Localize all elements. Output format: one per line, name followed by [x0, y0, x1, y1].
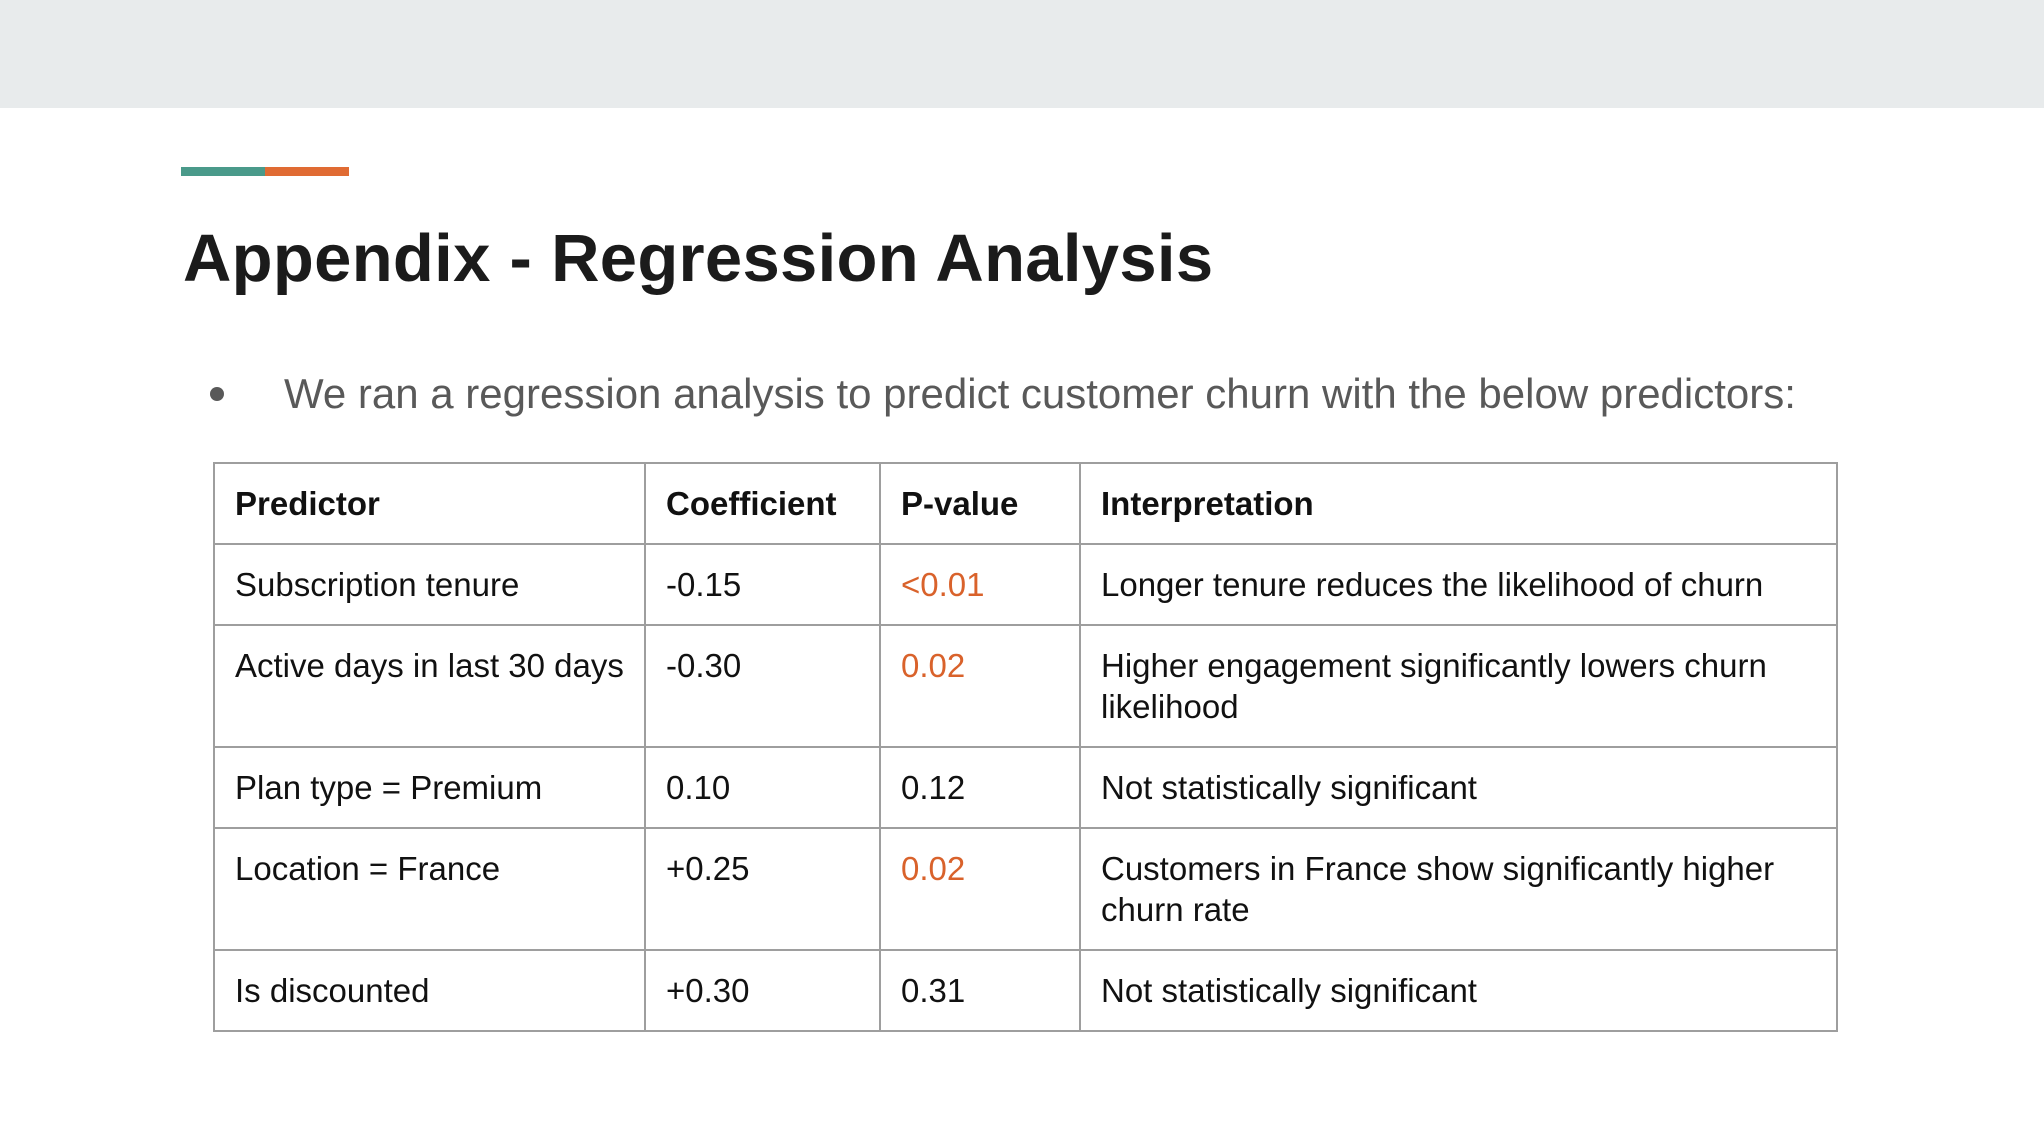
cell-predictor: Is discounted	[213, 949, 646, 1032]
cell-p-value: <0.01	[879, 543, 1081, 626]
table-header-row: Predictor Coefficient P-value Interpreta…	[213, 462, 1838, 545]
regression-table: Predictor Coefficient P-value Interpreta…	[213, 462, 1838, 1032]
table-row: Location = France +0.25 0.02 Customers i…	[213, 827, 1838, 951]
table-row: Active days in last 30 days -0.30 0.02 H…	[213, 624, 1838, 748]
table-row: Plan type = Premium 0.10 0.12 Not statis…	[213, 746, 1838, 829]
table-row: Subscription tenure -0.15 <0.01 Longer t…	[213, 543, 1838, 626]
cell-coefficient: -0.15	[644, 543, 881, 626]
cell-interpretation: Higher engagement significantly lowers c…	[1079, 624, 1838, 748]
bullet-dot-icon	[210, 387, 224, 401]
cell-coefficient: +0.25	[644, 827, 881, 951]
table-row: Is discounted +0.30 0.31 Not statistical…	[213, 949, 1838, 1032]
cell-interpretation: Not statistically significant	[1079, 746, 1838, 829]
cell-predictor: Plan type = Premium	[213, 746, 646, 829]
accent-orange-segment	[265, 167, 349, 176]
cell-p-value: 0.02	[879, 624, 1081, 748]
slide-title: Appendix - Regression Analysis	[183, 221, 1214, 296]
header-interpretation: Interpretation	[1079, 462, 1838, 545]
header-p-value: P-value	[879, 462, 1081, 545]
cell-coefficient: +0.30	[644, 949, 881, 1032]
accent-teal-segment	[181, 167, 265, 176]
header-predictor: Predictor	[213, 462, 646, 545]
cell-interpretation: Customers in France show significantly h…	[1079, 827, 1838, 951]
cell-coefficient: 0.10	[644, 746, 881, 829]
header-coefficient: Coefficient	[644, 462, 881, 545]
cell-p-value: 0.31	[879, 949, 1081, 1032]
top-bar	[0, 0, 2044, 108]
cell-interpretation: Not statistically significant	[1079, 949, 1838, 1032]
cell-p-value: 0.12	[879, 746, 1081, 829]
cell-predictor: Location = France	[213, 827, 646, 951]
cell-coefficient: -0.30	[644, 624, 881, 748]
title-accent-bar	[181, 167, 349, 176]
cell-predictor: Active days in last 30 days	[213, 624, 646, 748]
bullet-item: We ran a regression analysis to predict …	[210, 370, 1796, 418]
cell-interpretation: Longer tenure reduces the likelihood of …	[1079, 543, 1838, 626]
bullet-text: We ran a regression analysis to predict …	[284, 370, 1796, 417]
cell-p-value: 0.02	[879, 827, 1081, 951]
cell-predictor: Subscription tenure	[213, 543, 646, 626]
